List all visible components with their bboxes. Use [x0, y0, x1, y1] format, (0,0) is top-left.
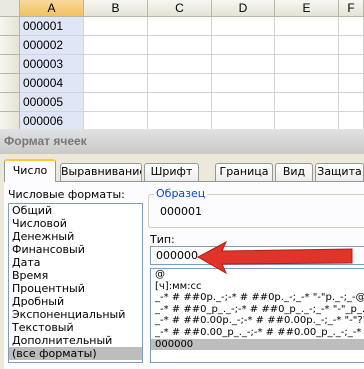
cell[interactable] — [212, 17, 275, 36]
cell[interactable] — [339, 74, 364, 93]
column-header-c[interactable]: C — [148, 0, 212, 17]
column-headers: A B C D E F — [0, 0, 364, 17]
cell[interactable] — [339, 112, 364, 130]
list-item[interactable]: Экспоненциальный — [9, 308, 142, 321]
list-item[interactable]: _-* # ##0.00_р_._-;-* # ##0.00_р_._-;_-*… — [151, 327, 364, 339]
tab-font[interactable]: Шрифт — [144, 163, 199, 181]
sheet-rows: 000001 000002 000003 000004 000005 00000… — [0, 17, 364, 130]
column-header-e[interactable]: E — [275, 0, 339, 17]
list-item[interactable]: _-* # ##0_р_._-;-* # ##0_р_._-;_-* "-"_р… — [151, 304, 364, 316]
tab-border[interactable]: Граница — [215, 163, 273, 181]
cell[interactable] — [84, 74, 148, 93]
cell[interactable] — [84, 112, 148, 130]
tab-protection[interactable]: Защита — [315, 163, 364, 181]
list-item[interactable]: [ч]:мм:сс — [151, 281, 364, 293]
cell[interactable] — [275, 93, 339, 112]
table-row: 000005 — [0, 93, 364, 112]
list-item[interactable]: _-* # ##0р._-;-* # ##0р._-;_-* "-"р._-;_… — [151, 292, 364, 304]
cell-a[interactable]: 000002 — [20, 36, 84, 55]
tab-number[interactable]: Число — [4, 159, 56, 182]
list-item-selected[interactable]: (все форматы) — [9, 347, 142, 360]
list-item[interactable]: Общий — [9, 204, 142, 217]
type-label: Тип: — [150, 233, 175, 246]
list-item[interactable]: _-* # ##0.00р._-;-* # ##0.00р._-;_-* "-"… — [151, 315, 364, 327]
cell[interactable] — [148, 74, 212, 93]
list-item[interactable]: Числовой — [9, 217, 142, 230]
table-row: 000004 — [0, 74, 364, 93]
list-item[interactable]: Денежный — [9, 230, 142, 243]
cell[interactable] — [212, 55, 275, 74]
table-row: 000003 — [0, 55, 364, 74]
tab-fill[interactable]: Вид — [275, 163, 313, 181]
row-header[interactable] — [0, 93, 20, 112]
cell[interactable] — [148, 112, 212, 130]
cell[interactable] — [148, 17, 212, 36]
cell-a[interactable]: 000001 — [20, 17, 84, 36]
dialog-tabs: Число Выравнивание Шрифт Граница Вид Защ… — [4, 159, 364, 182]
cell[interactable] — [275, 36, 339, 55]
table-row: 000002 — [0, 36, 364, 55]
cell[interactable] — [275, 55, 339, 74]
cell[interactable] — [339, 36, 364, 55]
row-header[interactable] — [0, 55, 20, 74]
list-item[interactable]: Время — [9, 269, 142, 282]
cell[interactable] — [212, 112, 275, 130]
cell[interactable] — [84, 93, 148, 112]
cell[interactable] — [339, 93, 364, 112]
spreadsheet-grid: A B C D E F 000001 000002 000003 000004 … — [0, 0, 364, 130]
cell[interactable] — [148, 55, 212, 74]
annotation-arrow-icon — [196, 240, 353, 275]
category-list[interactable]: Общий Числовой Денежный Финансовый Дата … — [8, 203, 143, 363]
cell[interactable] — [212, 74, 275, 93]
column-header-b[interactable]: B — [84, 0, 148, 17]
sample-legend: Образец — [154, 187, 208, 200]
row-header[interactable] — [0, 74, 20, 93]
dialog-title[interactable]: Формат ячеек — [0, 129, 364, 154]
cell-a[interactable]: 000004 — [20, 74, 84, 93]
column-header-d[interactable]: D — [212, 0, 275, 17]
cell[interactable] — [275, 74, 339, 93]
sample-value: 000001 — [160, 205, 202, 218]
tab-alignment[interactable]: Выравнивание — [60, 163, 142, 181]
number-formats-label: Числовые форматы: — [8, 188, 125, 201]
cell[interactable] — [275, 112, 339, 130]
list-item[interactable]: Дробный — [9, 295, 142, 308]
list-item-selected[interactable]: 000000 — [151, 338, 364, 351]
table-row: 000006 — [0, 112, 364, 130]
list-item[interactable]: Дата — [9, 256, 142, 269]
format-code-list[interactable]: @ [ч]:мм:сс _-* # ##0р._-;-* # ##0р._-;_… — [150, 268, 364, 363]
row-header[interactable] — [0, 112, 20, 130]
cell[interactable] — [275, 17, 339, 36]
list-item[interactable]: Текстовый — [9, 321, 142, 334]
list-item[interactable]: Процентный — [9, 282, 142, 295]
list-item[interactable]: Дополнительный — [9, 334, 142, 347]
column-header-f[interactable]: F — [339, 0, 364, 17]
list-item[interactable]: Финансовый — [9, 243, 142, 256]
cell-a[interactable]: 000005 — [20, 93, 84, 112]
cell[interactable] — [339, 17, 364, 36]
cell[interactable] — [148, 93, 212, 112]
table-row: 000001 — [0, 17, 364, 36]
cell[interactable] — [84, 55, 148, 74]
cell[interactable] — [212, 93, 275, 112]
cell[interactable] — [84, 36, 148, 55]
column-header-a[interactable]: A — [20, 0, 84, 17]
cell-a[interactable]: 000006 — [20, 112, 84, 130]
row-header[interactable] — [0, 17, 20, 36]
cell[interactable] — [148, 36, 212, 55]
cell[interactable] — [339, 55, 364, 74]
cell-a[interactable]: 000003 — [20, 55, 84, 74]
row-header[interactable] — [0, 36, 20, 55]
select-all-corner[interactable] — [0, 0, 20, 17]
cell[interactable] — [212, 36, 275, 55]
cell[interactable] — [84, 17, 148, 36]
